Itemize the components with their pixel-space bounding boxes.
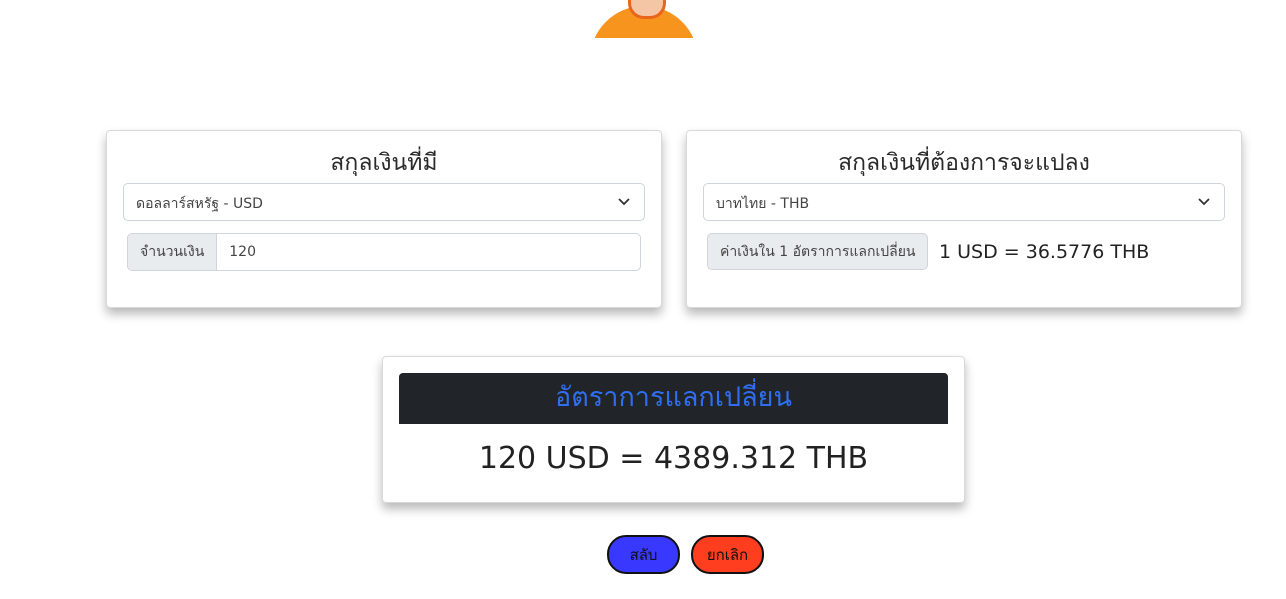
to-currency-card: สกุลเงินที่ต้องการจะแปลง บาทไทย - THB ค่…: [686, 130, 1242, 308]
cancel-button[interactable]: ยกเลิก: [691, 535, 764, 574]
rate-value: 1 USD = 36.5776 THB: [939, 241, 1150, 263]
result-card-title: อัตราการแลกเปลี่ยน: [399, 373, 948, 424]
chevron-down-icon: [618, 198, 630, 206]
amount-input-group: จำนวนเงิน: [127, 233, 641, 271]
from-card-title: สกุลเงินที่มี: [330, 150, 438, 176]
from-currency-select[interactable]: ดอลลาร์สหรัฐ - USD: [123, 183, 645, 221]
conversion-result: 120 USD = 4389.312 THB: [478, 441, 869, 476]
result-card: อัตราการแลกเปลี่ยน 120 USD = 4389.312 TH…: [382, 356, 965, 503]
to-currency-select[interactable]: บาทไทย - THB: [703, 183, 1225, 221]
from-currency-selected-value: ดอลลาร์สหรัฐ - USD: [136, 196, 263, 212]
avatar: [588, 0, 700, 38]
chevron-down-icon: [1198, 198, 1210, 206]
amount-input[interactable]: [217, 234, 640, 270]
currency-converter-page: สกุลเงินที่มี ดอลลาร์สหรัฐ - USD จำนวนเง…: [0, 0, 1286, 599]
to-currency-selected-value: บาทไทย - THB: [716, 196, 810, 212]
swap-button[interactable]: สลับ: [607, 535, 680, 574]
from-currency-card: สกุลเงินที่มี ดอลลาร์สหรัฐ - USD จำนวนเง…: [106, 130, 662, 308]
amount-label: จำนวนเงิน: [128, 234, 218, 270]
to-card-title: สกุลเงินที่ต้องการจะแปลง: [838, 150, 1090, 176]
rate-label: ค่าเงินใน 1 อัตราการแลกเปลี่ยน: [707, 233, 929, 270]
